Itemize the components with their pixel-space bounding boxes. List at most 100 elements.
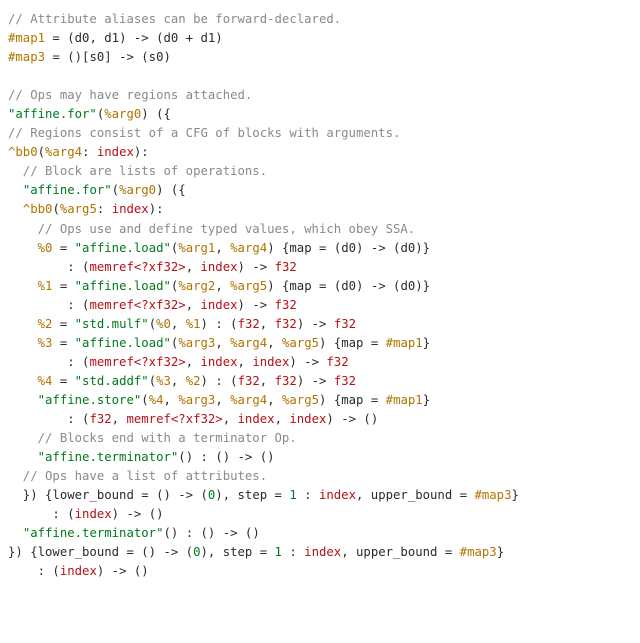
number: 1 [275, 545, 282, 559]
type: f32 [275, 317, 297, 331]
code-text: , [275, 412, 290, 426]
code-text: , [112, 412, 127, 426]
code-text: , [215, 336, 230, 350]
indent [8, 202, 23, 216]
ssa-value: %1 [186, 317, 201, 331]
code-text: , [186, 355, 201, 369]
code-text: } [497, 545, 504, 559]
code-text: ) ({ [141, 107, 171, 121]
code-text: , [164, 393, 179, 407]
code-text: ): [134, 145, 149, 159]
op-name: "affine.load" [75, 279, 171, 293]
op-name: "affine.terminator" [23, 526, 164, 540]
type: f32 [334, 374, 356, 388]
type: memref<?xf32> [89, 260, 185, 274]
code-text: , [238, 355, 253, 369]
ssa-value: %3 [38, 336, 53, 350]
code-text: ) -> [297, 317, 334, 331]
ssa-value: %3 [156, 374, 171, 388]
code-text: : [297, 488, 319, 502]
type: index [60, 564, 97, 578]
op-name: "affine.for" [8, 107, 97, 121]
map-ref: #map1 [386, 393, 423, 407]
code-text: ) -> () [112, 507, 164, 521]
type: index [201, 298, 238, 312]
code-text: , [267, 393, 282, 407]
comment: // Ops use and define typed values, whic… [8, 222, 415, 236]
code-text: () : () -> () [178, 450, 274, 464]
op-name: "std.mulf" [75, 317, 149, 331]
code-text: ) {map = (d0) -> (d0)} [267, 279, 430, 293]
map-ref: #map1 [386, 336, 423, 350]
code-text: = [52, 374, 74, 388]
code-text: : ( [8, 412, 89, 426]
type: index [112, 202, 149, 216]
ssa-value: %arg5 [282, 336, 319, 350]
code-text: ) -> [238, 260, 275, 274]
code-text: , upper_bound = [341, 545, 459, 559]
comment: // Block are lists of operations. [8, 164, 267, 178]
code-text: ) {map = [319, 336, 386, 350]
indent [8, 241, 38, 255]
ssa-value: %arg0 [104, 107, 141, 121]
type: f32 [275, 260, 297, 274]
code-text: , [260, 317, 275, 331]
ssa-value: %arg3 [178, 393, 215, 407]
indent [8, 450, 38, 464]
code-text: , [186, 298, 201, 312]
code-text: ): [149, 202, 164, 216]
ssa-value: %arg5 [230, 279, 267, 293]
code-text: = [52, 317, 74, 331]
ssa-value: %arg4 [45, 145, 82, 159]
comment: // Ops have a list of attributes. [8, 469, 267, 483]
comment: // Regions consist of a CFG of blocks wi… [8, 126, 400, 140]
indent [8, 374, 38, 388]
ssa-value: %arg4 [230, 241, 267, 255]
type: memref<?xf32> [126, 412, 222, 426]
code-text: , [260, 374, 275, 388]
ssa-value: %2 [38, 317, 53, 331]
code-text: : [97, 202, 112, 216]
type: index [75, 507, 112, 521]
code-text: : ( [8, 298, 89, 312]
code-text: , [215, 279, 230, 293]
code-text: : ( [8, 260, 89, 274]
indent [8, 183, 23, 197]
indent [8, 279, 38, 293]
code-text: ) {map = (d0) -> (d0)} [267, 241, 430, 255]
op-name: "affine.load" [75, 336, 171, 350]
code-text: ), step = [201, 545, 275, 559]
code-text: = [52, 241, 74, 255]
code-text: ) ({ [156, 183, 186, 197]
code-text: ( [149, 317, 156, 331]
type: f32 [238, 374, 260, 388]
code-text: ( [38, 145, 45, 159]
code-text: }) {lower_bound = () -> ( [8, 545, 193, 559]
code-text: , [267, 336, 282, 350]
map-alias: #map1 [8, 31, 45, 45]
ssa-value: %arg0 [119, 183, 156, 197]
code-text: , [215, 393, 230, 407]
map-alias: #map3 [8, 50, 45, 64]
code-text: , [171, 317, 186, 331]
ssa-value: %arg3 [178, 336, 215, 350]
code-text: () : () -> () [163, 526, 259, 540]
ssa-value: %1 [38, 279, 53, 293]
code-text: = [52, 279, 74, 293]
code-text: } [512, 488, 519, 502]
type: memref<?xf32> [89, 298, 185, 312]
ssa-value: %4 [38, 374, 53, 388]
op-name: "affine.store" [38, 393, 142, 407]
code-text: : ( [8, 355, 89, 369]
ssa-value: %0 [38, 241, 53, 255]
ssa-value: %arg1 [178, 241, 215, 255]
code-text: ) : ( [201, 374, 238, 388]
type: memref<?xf32> [89, 355, 185, 369]
op-name: "affine.terminator" [38, 450, 179, 464]
type: index [97, 145, 134, 159]
code-text: } [423, 336, 430, 350]
code-text: , [171, 374, 186, 388]
code-text: ) -> [238, 298, 275, 312]
ssa-value: %arg5 [60, 202, 97, 216]
type: f32 [275, 374, 297, 388]
